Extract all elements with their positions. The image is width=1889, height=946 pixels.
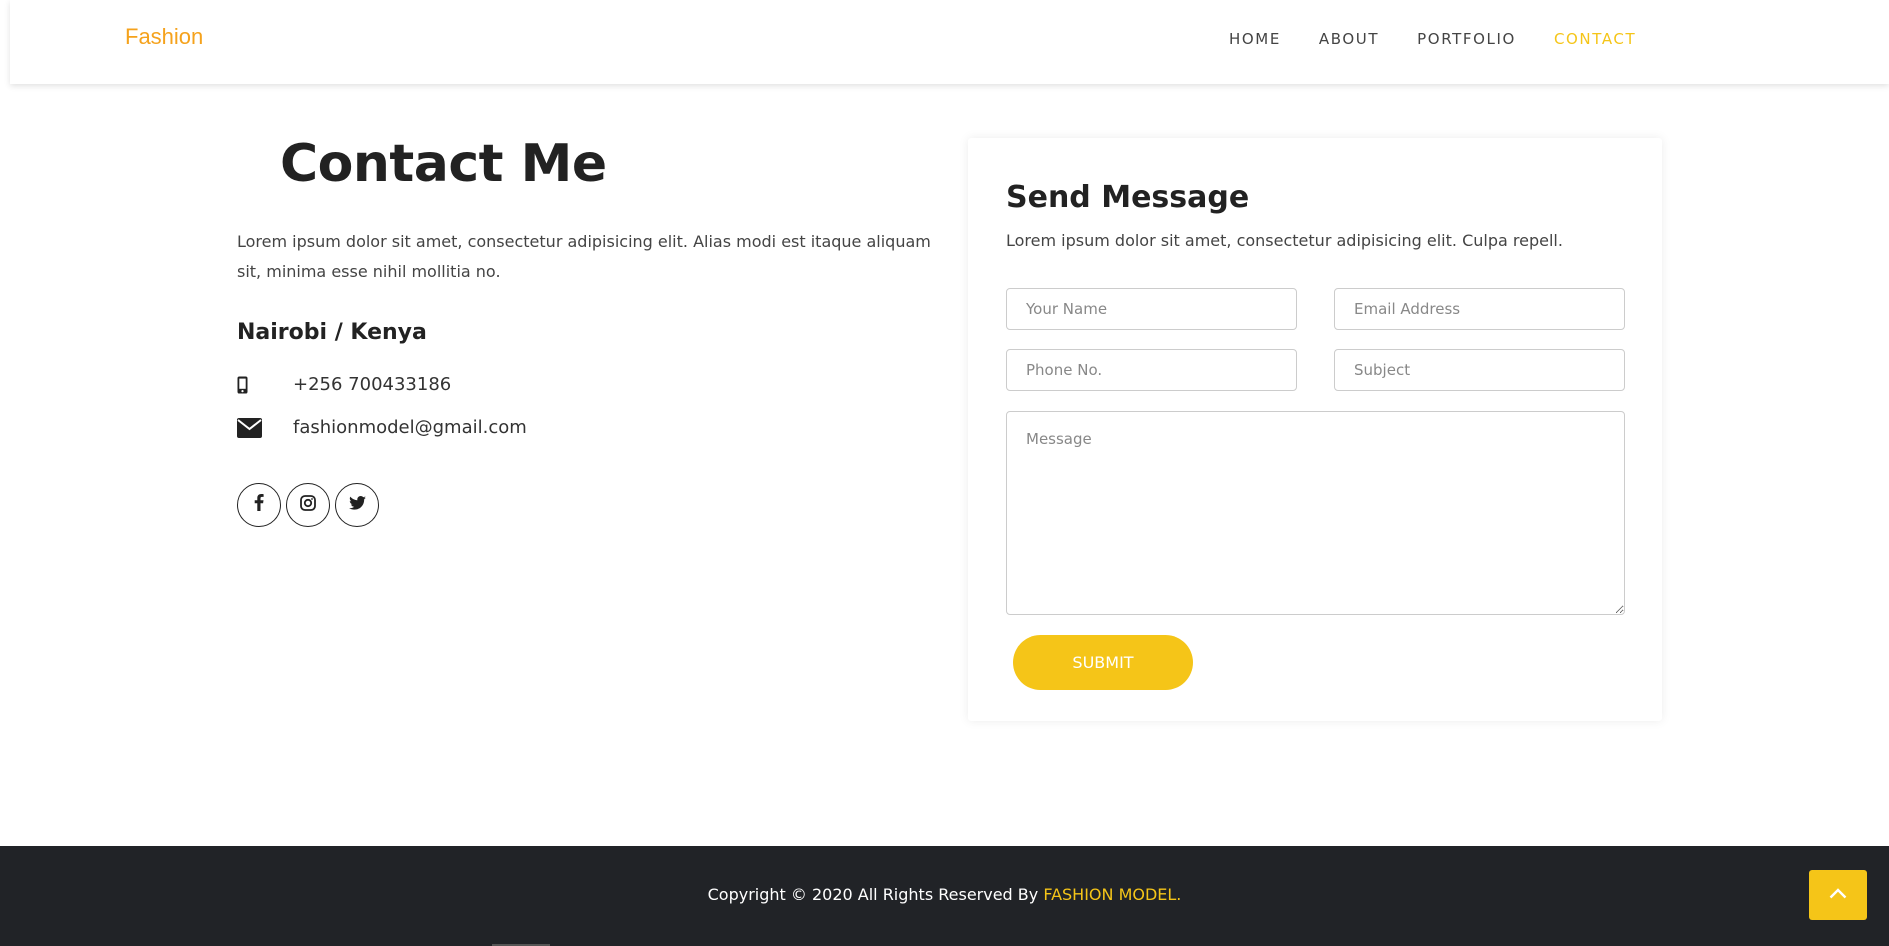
name-field[interactable] [1006,288,1297,330]
form-title: Send Message [1006,180,1250,215]
copyright-brand-link[interactable]: FASHION MODEL. [1043,885,1181,904]
mobile-phone-icon [237,376,293,394]
social-links [237,483,379,527]
chevron-up-icon [1829,886,1847,904]
form-subtitle: Lorem ipsum dolor sit amet, consectetur … [1006,231,1563,250]
location-heading: Nairobi / Kenya [237,320,427,345]
brand-logo[interactable]: Fashion [125,24,203,50]
email-field[interactable] [1334,288,1625,330]
email-row: fashionmodel@gmail.com [237,417,527,438]
nav-contact[interactable]: CONTACT [1554,30,1636,48]
main-nav: HOME ABOUT PORTFOLIO CONTACT [1229,30,1674,48]
email-address: fashionmodel@gmail.com [293,417,527,438]
nav-about[interactable]: ABOUT [1319,30,1379,48]
phone-row: +256 700433186 [237,374,451,395]
twitter-link[interactable] [335,483,379,527]
back-to-top-button[interactable] [1809,870,1867,920]
nav-home[interactable]: HOME [1229,30,1281,48]
page-title: Contact Me [280,134,607,194]
facebook-link[interactable] [237,483,281,527]
subject-field[interactable] [1334,349,1625,391]
instagram-link[interactable] [286,483,330,527]
facebook-icon [254,494,264,516]
submit-button[interactable]: SUBMIT [1013,635,1193,690]
phone-field[interactable] [1006,349,1297,391]
send-message-card: Send Message Lorem ipsum dolor sit amet,… [968,138,1662,721]
top-navbar: Fashion HOME ABOUT PORTFOLIO CONTACT [10,0,1889,84]
message-field[interactable] [1006,411,1625,615]
footer: Copyright © 2020 All Rights Reserved By … [0,846,1889,946]
phone-number: +256 700433186 [293,374,452,395]
twitter-icon [348,495,366,515]
copyright-prefix: Copyright © 2020 All Rights Reserved By [707,885,1044,904]
contact-description: Lorem ipsum dolor sit amet, consectetur … [237,232,931,281]
instagram-icon [300,494,316,516]
envelope-icon [237,417,293,438]
nav-portfolio[interactable]: PORTFOLIO [1417,30,1516,48]
copyright-text: Copyright © 2020 All Rights Reserved By … [0,885,1889,904]
